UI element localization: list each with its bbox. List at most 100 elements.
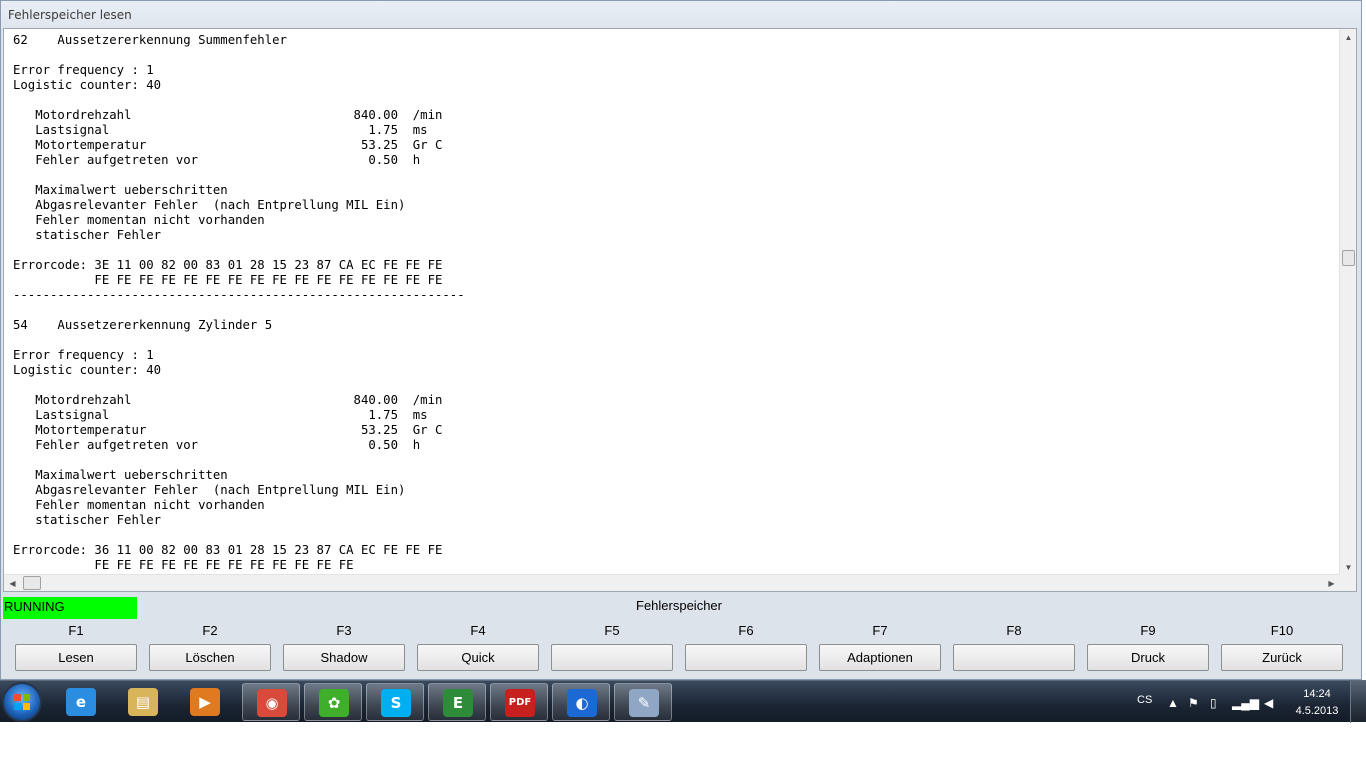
log-line: Abgasrelevanter Fehler (nach Entprellung… (13, 483, 406, 497)
action-center-flag-icon[interactable]: ⚑ (1188, 696, 1199, 710)
log-line: statischer Fehler (13, 513, 162, 527)
log-line: Logistic counter: 40 (13, 78, 162, 92)
internet-explorer-icon: e (66, 688, 96, 716)
log-line: Motortemperatur 53.25 Gr C (13, 138, 443, 152)
fkey-label-f6: F6 (738, 623, 754, 638)
vertical-scrollbar[interactable]: ▲ ▼ (1339, 29, 1356, 576)
scroll-right-icon[interactable]: ▶ (1323, 575, 1340, 591)
pdf-icon: PDF (505, 689, 535, 717)
fkey-button-f10[interactable]: Zurück (1221, 644, 1343, 671)
log-line: Abgasrelevanter Fehler (nach Entprellung… (13, 198, 406, 212)
start-button[interactable] (2, 682, 42, 722)
log-line: Error frequency : 1 (13, 348, 154, 362)
fkey-button-f9[interactable]: Druck (1087, 644, 1209, 671)
fkey-button-f3[interactable]: Shadow (283, 644, 405, 671)
title-bar[interactable]: Fehlerspeicher lesen (1, 1, 1361, 28)
log-line: 62 Aussetzererkennung Summenfehler (13, 33, 287, 47)
network-signal-icon[interactable]: ▂▄▆ (1232, 696, 1259, 710)
fkey-label-f5: F5 (604, 623, 620, 638)
volume-icon[interactable]: ◀ (1264, 696, 1273, 710)
horizontal-scroll-thumb[interactable] (23, 576, 41, 590)
log-line: Maximalwert ueberschritten (13, 468, 228, 482)
main-window: Fehlerspeicher lesen 62 Aussetzererkennu… (0, 0, 1362, 680)
log-line: Motordrehzahl 840.00 /min (13, 393, 443, 407)
log-line: Error frequency : 1 (13, 63, 154, 77)
running-status-badge: RUNNING (3, 597, 137, 619)
clock-time[interactable]: 14:24 (1294, 688, 1340, 700)
scroll-left-icon[interactable]: ◀ (4, 575, 21, 591)
taskbar-app-button[interactable]: ▤ (114, 683, 172, 721)
fkey-label-f2: F2 (202, 623, 218, 638)
taskbar-app-button[interactable]: S (366, 683, 424, 721)
log-line: Errorcode: 3E 11 00 82 00 83 01 28 15 23… (13, 258, 443, 272)
status-title: Fehlerspeicher (636, 598, 722, 613)
taskbar-app-button[interactable]: e (52, 683, 110, 721)
log-line: Errorcode: 36 11 00 82 00 83 01 28 15 23… (13, 543, 443, 557)
log-line: statischer Fehler (13, 228, 162, 242)
log-line: Fehler momentan nicht vorhanden (13, 498, 265, 512)
icq-icon: ✿ (319, 689, 349, 717)
fkey-button-f4[interactable]: Quick (417, 644, 539, 671)
media-player-icon: ▶ (190, 688, 220, 716)
log-line: Fehler aufgetreten vor 0.50 h (13, 153, 421, 167)
window-title: Fehlerspeicher lesen (8, 8, 132, 22)
taskbar-app-button[interactable]: E (428, 683, 486, 721)
fkey-button-f6[interactable] (685, 644, 807, 671)
fkey-label-f10: F10 (1270, 623, 1294, 638)
taskbar-app-button[interactable]: ◉ (242, 683, 300, 721)
log-line: Lastsignal 1.75 ms (13, 408, 428, 422)
log-line: Fehler aufgetreten vor 0.50 h (13, 438, 421, 452)
log-line: FE FE FE FE FE FE FE FE FE FE FE FE (13, 558, 354, 572)
windows-logo-icon (14, 694, 30, 710)
fkey-button-f7[interactable]: Adaptionen (819, 644, 941, 671)
taskbar-app-button[interactable]: ◐ (552, 683, 610, 721)
fkey-label-f4: F4 (470, 623, 486, 638)
bmw-icon: ◐ (567, 689, 597, 717)
show-desktop-button[interactable] (1350, 681, 1366, 723)
log-line: Logistic counter: 40 (13, 363, 162, 377)
clock-date[interactable]: 4.5.2013 (1290, 705, 1344, 717)
language-indicator[interactable]: CS (1137, 694, 1152, 706)
scrollbar-corner (1339, 574, 1356, 591)
system-tray: CS ▲ ⚑ ▯ ▂▄▆ ◀ 14:24 4.5.2013 (1130, 681, 1366, 723)
tray-expand-icon[interactable]: ▲ (1167, 696, 1179, 710)
file-explorer-icon: ▤ (128, 688, 158, 716)
skype-icon: S (381, 689, 411, 717)
fkey-label-f7: F7 (872, 623, 888, 638)
taskbar-app-button[interactable]: PDF (490, 683, 548, 721)
log-line: FE FE FE FE FE FE FE FE FE FE FE FE FE F… (13, 273, 443, 287)
log-line: ----------------------------------------… (13, 288, 465, 302)
log-line: Lastsignal 1.75 ms (13, 123, 428, 137)
log-line: Motortemperatur 53.25 Gr C (13, 423, 443, 437)
fkey-button-f5[interactable] (551, 644, 673, 671)
fkey-button-f2[interactable]: Löschen (149, 644, 271, 671)
fkey-button-f8[interactable] (953, 644, 1075, 671)
horizontal-scrollbar[interactable]: ◀ ▶ (4, 574, 1340, 591)
taskbar: e ▤ ▶ ◉ ✿ S E PDF ◐ ✎ CS ▲ ⚑ ▯ ▂▄▆ ◀ 14:24 4.5.20… (0, 680, 1366, 723)
fkey-label-f8: F8 (1006, 623, 1022, 638)
power-icon[interactable]: ▯ (1210, 696, 1217, 710)
fkey-button-f1[interactable]: Lesen (15, 644, 137, 671)
log-line: Fehler momentan nicht vorhanden (13, 213, 265, 227)
taskbar-app-button[interactable]: ✿ (304, 683, 362, 721)
ediabas-icon: E (443, 689, 473, 717)
chrome-icon: ◉ (257, 689, 287, 717)
fault-memory-output[interactable]: 62 Aussetzererkennung Summenfehler Error … (3, 28, 1357, 592)
paint-icon: ✎ (629, 689, 659, 717)
taskbar-app-button[interactable]: ✎ (614, 683, 672, 721)
vertical-scroll-thumb[interactable] (1342, 250, 1355, 266)
fkey-label-f3: F3 (336, 623, 352, 638)
scroll-up-icon[interactable]: ▲ (1340, 29, 1356, 46)
taskbar-app-button[interactable]: ▶ (176, 683, 234, 721)
log-line: Motordrehzahl 840.00 /min (13, 108, 443, 122)
log-text: 62 Aussetzererkennung Summenfehler Error … (13, 33, 1333, 573)
